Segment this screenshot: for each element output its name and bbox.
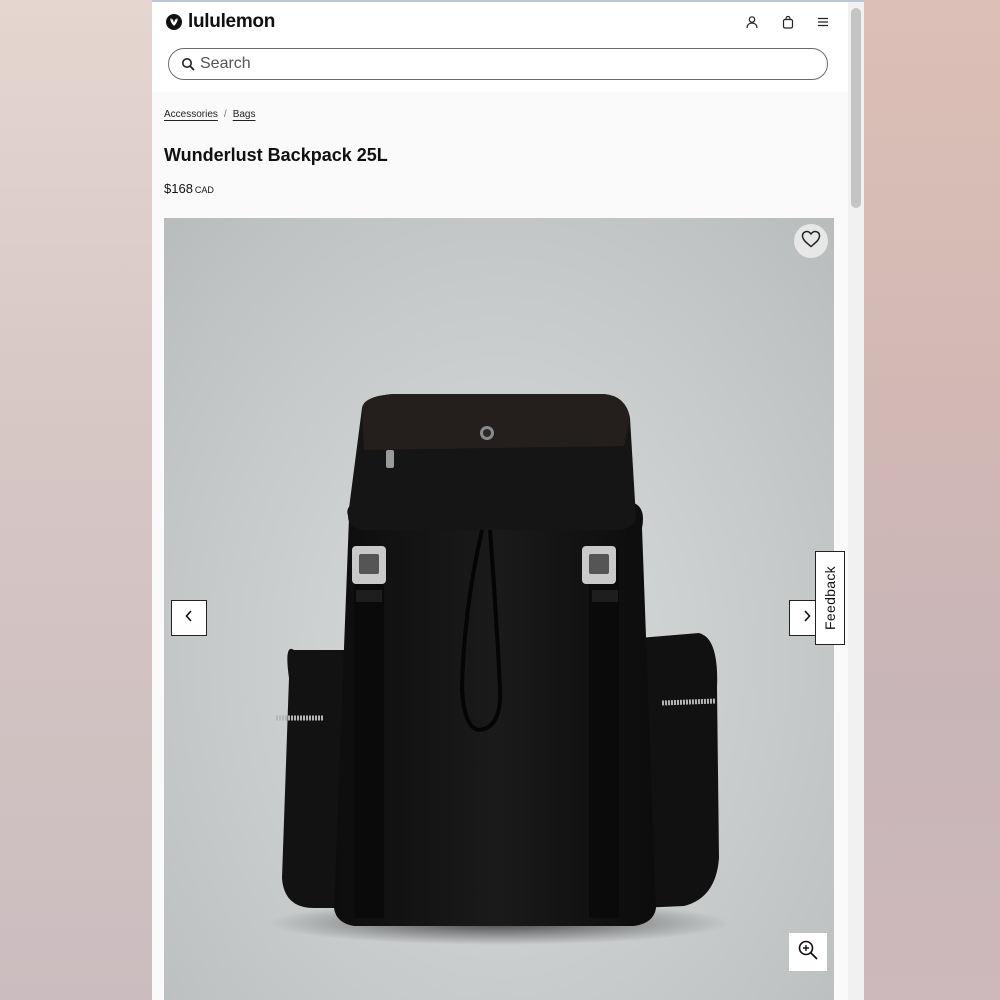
product-price: $168 CAD — [164, 181, 214, 196]
feedback-tab[interactable]: Feedback — [815, 551, 845, 645]
browser-window: lululemon Accessories / Bags Wunderlust … — [152, 0, 864, 1000]
heart-icon — [801, 230, 821, 253]
breadcrumb-separator: / — [223, 109, 227, 120]
scrollbar-thumb[interactable] — [851, 8, 861, 208]
zoom-image-button[interactable] — [789, 933, 827, 971]
search-icon — [181, 57, 195, 71]
desktop-background-left — [0, 0, 152, 1000]
search-input[interactable] — [200, 55, 800, 73]
feedback-label: Feedback — [822, 566, 839, 630]
bag-icon[interactable] — [779, 13, 797, 31]
breadcrumb-bags[interactable]: Bags — [233, 109, 256, 120]
product-image-gallery — [164, 218, 834, 1000]
breadcrumb-accessories[interactable]: Accessories — [164, 109, 218, 120]
add-to-wishlist-button[interactable] — [794, 224, 828, 258]
chevron-left-icon — [184, 609, 194, 628]
chevron-right-icon — [802, 609, 812, 628]
account-icon[interactable] — [743, 13, 761, 31]
brand-logo[interactable]: lululemon — [166, 11, 275, 33]
brand-name: lululemon — [188, 11, 276, 32]
lululemon-logo-icon — [166, 14, 182, 30]
price-amount: $168 — [164, 181, 193, 196]
product-title: Wunderlust Backpack 25L — [164, 145, 388, 165]
product-page: Accessories / Bags Wunderlust Backpack 2… — [152, 92, 848, 1000]
page-scrollbar[interactable] — [848, 2, 864, 1000]
menu-icon[interactable] — [814, 13, 832, 31]
breadcrumb: Accessories / Bags — [164, 109, 255, 120]
zoom-in-icon — [797, 939, 819, 966]
previous-image-button[interactable] — [171, 600, 207, 636]
site-header: lululemon — [152, 2, 848, 92]
desktop-background-right — [864, 0, 1000, 1000]
search-bar[interactable] — [168, 48, 828, 80]
price-currency: CAD — [194, 185, 214, 195]
product-image — [269, 394, 729, 945]
